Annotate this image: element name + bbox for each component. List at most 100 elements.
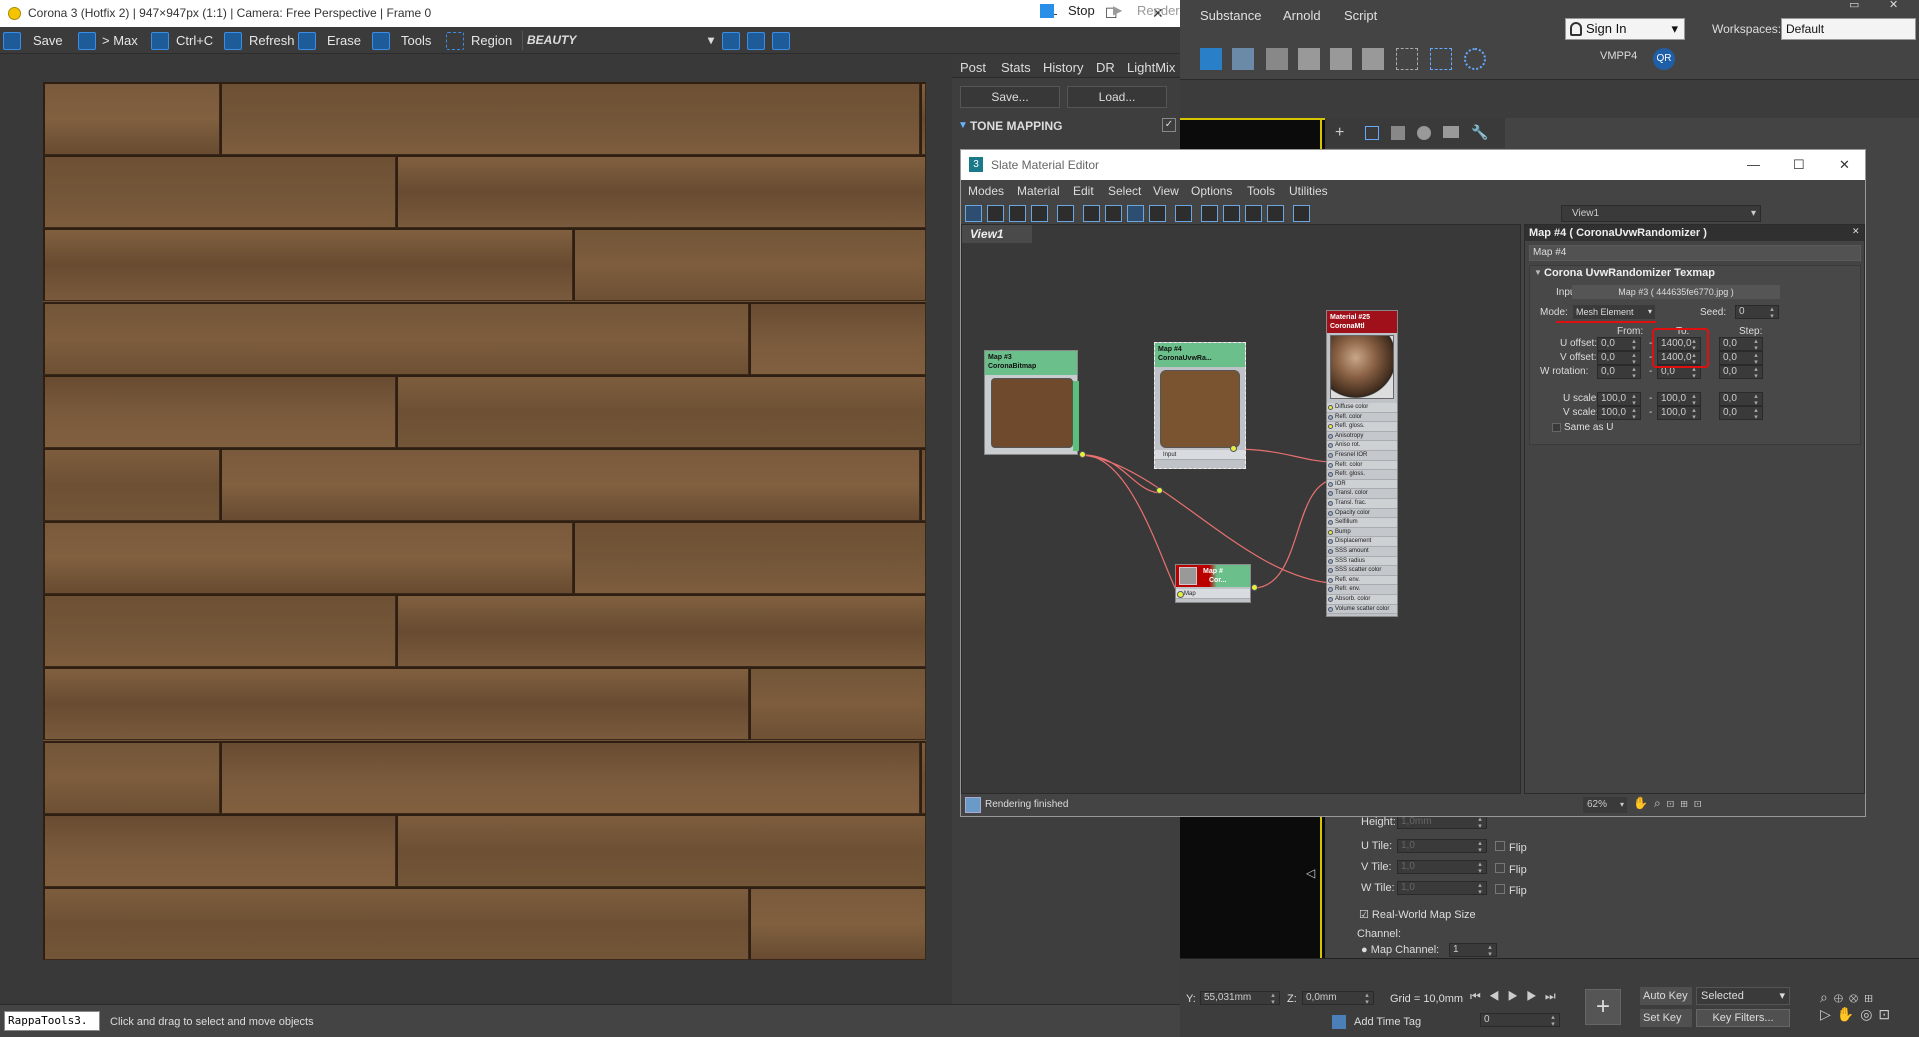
erase-icon[interactable] bbox=[298, 32, 316, 50]
v-tile-field[interactable]: 1,0 bbox=[1397, 860, 1487, 874]
hide-unused-icon[interactable] bbox=[1105, 205, 1122, 222]
output-socket[interactable] bbox=[1251, 584, 1258, 591]
node-view[interactable]: View1 Map #3 CoronaBitmap Map #4 CoronaU… bbox=[961, 224, 1521, 794]
tone-mapping-header[interactable]: TONE MAPPING bbox=[970, 119, 1062, 133]
material-slot[interactable]: Refr. gloss. bbox=[1327, 470, 1397, 480]
material-slot[interactable]: Refl. env. bbox=[1327, 575, 1397, 586]
input-map-button[interactable]: Map #3 ( 444635fe6770.jpg ) bbox=[1572, 285, 1780, 299]
v-offset-from-field[interactable]: 0,0 bbox=[1597, 351, 1641, 365]
node-material25-coronamtl[interactable]: Material #25 CoronaMtl Diffuse color Refl… bbox=[1326, 310, 1398, 617]
material-slot[interactable]: Refl. gloss. bbox=[1327, 422, 1397, 432]
slot-socket[interactable] bbox=[1328, 472, 1333, 478]
slot-socket[interactable] bbox=[1328, 529, 1333, 535]
v-offset-step-field[interactable]: 0,0 bbox=[1719, 351, 1763, 365]
key-filters-button[interactable]: Key Filters... bbox=[1696, 1009, 1790, 1027]
tools-button[interactable]: Tools bbox=[401, 31, 431, 50]
material-slot[interactable]: IOR bbox=[1327, 479, 1397, 490]
tools-icon[interactable] bbox=[372, 32, 390, 50]
input-socket[interactable] bbox=[1177, 591, 1184, 598]
node-bump[interactable]: Map # Cor... Map bbox=[1175, 564, 1251, 603]
save-icon[interactable] bbox=[3, 32, 21, 50]
motion-tab-icon[interactable] bbox=[1417, 126, 1431, 140]
material-slot[interactable]: Aniso rot. bbox=[1327, 441, 1397, 451]
stop-icon[interactable] bbox=[1040, 4, 1054, 18]
material-slot[interactable]: Transl. frac. bbox=[1327, 499, 1397, 509]
create-tab-icon[interactable]: + bbox=[1335, 124, 1344, 142]
tab-history[interactable]: History bbox=[1043, 60, 1083, 75]
material-slot[interactable]: Refl. color bbox=[1327, 412, 1397, 423]
slot-socket[interactable] bbox=[1328, 597, 1333, 602]
teapot-icon[interactable] bbox=[1266, 48, 1288, 70]
slot-socket[interactable] bbox=[1328, 501, 1333, 506]
menu-options[interactable]: Options bbox=[1191, 184, 1232, 198]
close-icon[interactable]: ✕ bbox=[1852, 226, 1860, 237]
material-navigator-icon[interactable] bbox=[1245, 205, 1262, 222]
slot-socket[interactable] bbox=[1328, 405, 1333, 410]
slot-socket[interactable] bbox=[1328, 433, 1333, 439]
hierarchy-tab-icon[interactable] bbox=[1391, 126, 1405, 140]
slot-socket[interactable] bbox=[1328, 549, 1333, 554]
to-max-icon[interactable] bbox=[78, 32, 96, 50]
material-slot[interactable]: Diffuse color bbox=[1327, 403, 1397, 413]
copy-icon[interactable] bbox=[151, 32, 169, 50]
qr-icon[interactable]: QR bbox=[1653, 48, 1675, 70]
slot-socket[interactable] bbox=[1328, 462, 1333, 468]
sign-in-button[interactable]: Sign In ▾ bbox=[1565, 18, 1685, 40]
material-slot[interactable]: Anisotropy bbox=[1327, 431, 1397, 442]
toolbar-icon[interactable] bbox=[1200, 48, 1222, 70]
view-dropdown[interactable]: View1 ▾ bbox=[1561, 205, 1761, 222]
same-as-u-checkbox[interactable] bbox=[1552, 423, 1561, 432]
material-slot[interactable]: Selfillum bbox=[1327, 518, 1397, 528]
layout-all-icon[interactable] bbox=[1201, 205, 1218, 222]
toolbar-icon[interactable] bbox=[1232, 48, 1254, 70]
node-map3-bitmap[interactable]: Map #3 CoronaBitmap bbox=[984, 350, 1079, 455]
tab-lightmix[interactable]: LightMix bbox=[1127, 60, 1175, 75]
to-max-button[interactable]: > Max bbox=[102, 31, 138, 50]
menu-substance[interactable]: Substance bbox=[1200, 8, 1261, 23]
utilities-tab-icon[interactable]: 🔧 bbox=[1471, 124, 1488, 141]
rollout-title[interactable]: Corona UvwRandomizer Texmap bbox=[1544, 267, 1715, 279]
workspace-select[interactable]: Default bbox=[1781, 18, 1916, 40]
collapse-arrow-icon[interactable]: ▼ bbox=[958, 120, 968, 131]
menu-material[interactable]: Material bbox=[1017, 184, 1060, 198]
u-tile-field[interactable]: 1,0 bbox=[1397, 839, 1487, 853]
erase-button[interactable]: Erase bbox=[327, 31, 361, 50]
set-key-plus-icon[interactable]: + bbox=[1585, 989, 1621, 1025]
assign-material-icon[interactable] bbox=[1009, 205, 1026, 222]
tab-dr[interactable]: DR bbox=[1096, 60, 1115, 75]
slot-socket[interactable] bbox=[1328, 414, 1333, 420]
teapot-icon[interactable] bbox=[1298, 48, 1320, 70]
time-tag-icon[interactable] bbox=[1332, 1015, 1346, 1029]
material-slot[interactable]: SSS radius bbox=[1327, 556, 1397, 567]
zoom-out-icon[interactable] bbox=[747, 32, 765, 50]
zoom-fit-icon[interactable] bbox=[772, 32, 790, 50]
menu-view[interactable]: View bbox=[1153, 184, 1179, 198]
output-socket[interactable] bbox=[1230, 445, 1237, 452]
output-socket[interactable] bbox=[1079, 451, 1086, 458]
auto-key-button[interactable]: Auto Key bbox=[1640, 987, 1692, 1005]
modify-tab-icon[interactable] bbox=[1365, 126, 1379, 140]
refresh-button[interactable]: Refresh bbox=[249, 31, 295, 50]
display-tab-icon[interactable] bbox=[1443, 126, 1459, 138]
v-flip-checkbox[interactable] bbox=[1495, 863, 1505, 873]
copy-button[interactable]: Ctrl+C bbox=[176, 31, 213, 50]
channel-select[interactable]: BEAUTY ▾ bbox=[522, 31, 716, 50]
material-slot[interactable]: Absorb. color bbox=[1327, 595, 1397, 605]
menu-tools[interactable]: Tools bbox=[1247, 184, 1275, 198]
w-rotation-step-field[interactable]: 0,0 bbox=[1719, 365, 1763, 379]
key-mode-select[interactable]: Selected ▾ bbox=[1696, 987, 1790, 1005]
maximize-icon[interactable]: ☐ bbox=[1793, 150, 1805, 180]
material-slot[interactable]: SSS amount bbox=[1327, 547, 1397, 557]
delete-icon[interactable] bbox=[1057, 205, 1074, 222]
parameter-editor-icon[interactable] bbox=[1267, 205, 1284, 222]
y-coord-field[interactable]: 55,031mm bbox=[1200, 991, 1280, 1005]
material-slot[interactable]: Transl. color bbox=[1327, 489, 1397, 499]
region-icon[interactable] bbox=[446, 32, 464, 50]
material-slot[interactable]: Refr. color bbox=[1327, 460, 1397, 471]
slot-socket[interactable] bbox=[1328, 539, 1333, 545]
zoom-in-icon[interactable] bbox=[722, 32, 740, 50]
map-channel-field[interactable]: 1 bbox=[1449, 943, 1497, 957]
slot-socket[interactable] bbox=[1328, 481, 1333, 487]
move-children-icon[interactable] bbox=[1083, 205, 1100, 222]
slot-socket[interactable] bbox=[1328, 587, 1333, 593]
